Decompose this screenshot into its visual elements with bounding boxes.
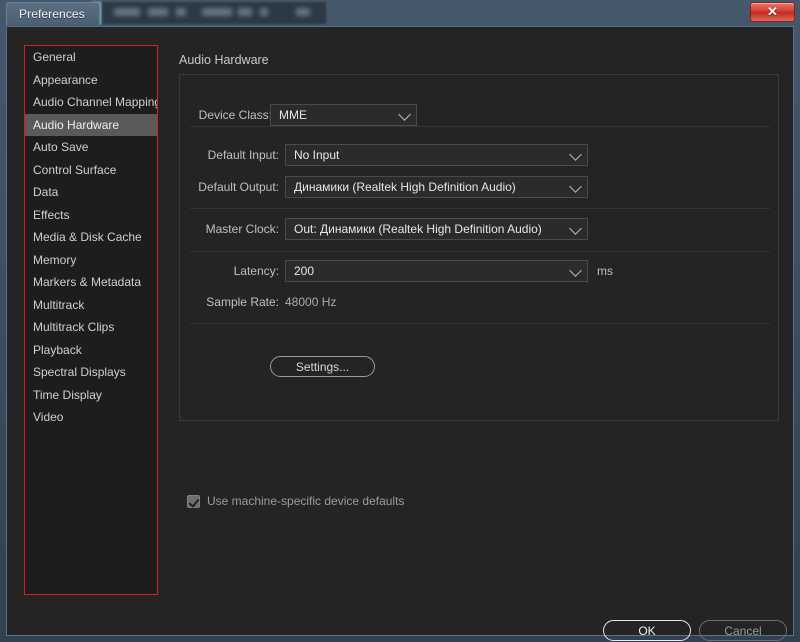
preferences-window: Preferences ✕ General Appearance Audio C…	[0, 0, 800, 642]
divider-4	[190, 323, 770, 324]
default-output-row: Default Output: Динамики (Realtek High D…	[180, 176, 780, 198]
sidebar-item-multitrack-clips[interactable]: Multitrack Clips	[25, 316, 157, 339]
device-class-row: Device Class: MME	[180, 104, 780, 126]
sample-rate-value: 48000 Hz	[285, 295, 337, 309]
latency-value: 200	[294, 264, 315, 278]
device-class-select[interactable]: MME	[270, 104, 417, 126]
device-class-value: MME	[279, 108, 307, 122]
chevron-down-icon	[569, 222, 582, 235]
dialog-body: General Appearance Audio Channel Mapping…	[7, 27, 793, 641]
default-output-select[interactable]: Динамики (Realtek High Definition Audio)	[285, 176, 588, 198]
checkbox-checked-icon[interactable]	[187, 494, 200, 508]
sidebar-item-effects[interactable]: Effects	[25, 204, 157, 227]
latency-label: Latency:	[233, 264, 279, 278]
title-bar: Preferences ✕	[0, 0, 800, 26]
sidebar-item-audio-channel-mapping[interactable]: Audio Channel Mapping	[25, 91, 157, 114]
sidebar-item-time-display[interactable]: Time Display	[25, 384, 157, 407]
settings-button[interactable]: Settings...	[270, 356, 375, 377]
sidebar-item-auto-save[interactable]: Auto Save	[25, 136, 157, 159]
latency-select[interactable]: 200	[285, 260, 588, 282]
sidebar-item-multitrack[interactable]: Multitrack	[25, 294, 157, 317]
title-bar-obscured-tabs	[110, 5, 320, 19]
audio-hardware-panel: Audio Hardware Device Class: MME Default…	[179, 45, 779, 595]
preferences-category-list[interactable]: General Appearance Audio Channel Mapping…	[24, 45, 158, 595]
sidebar-item-markers-metadata[interactable]: Markers & Metadata	[25, 271, 157, 294]
default-output-value: Динамики (Realtek High Definition Audio)	[294, 180, 516, 194]
default-input-row: Default Input: No Input	[180, 144, 780, 166]
sample-rate-label: Sample Rate:	[206, 295, 279, 309]
cancel-button[interactable]: Cancel	[699, 620, 787, 641]
master-clock-row: Master Clock: Out: Динамики (Realtek Hig…	[180, 218, 780, 240]
divider-1	[190, 126, 770, 127]
chevron-down-icon	[569, 180, 582, 193]
latency-unit: ms	[597, 264, 613, 278]
default-input-label: Default Input:	[207, 148, 279, 162]
device-class-label: Device Class:	[198, 108, 272, 122]
use-machine-specific-device-defaults-checkbox[interactable]: Use machine-specific device defaults	[187, 494, 404, 508]
sidebar-item-general[interactable]: General	[25, 46, 157, 69]
default-output-label: Default Output:	[198, 180, 279, 194]
divider-3	[190, 251, 770, 252]
latency-row: Latency: 200 ms	[180, 260, 780, 282]
ok-button[interactable]: OK	[603, 620, 691, 641]
sidebar-item-spectral-displays[interactable]: Spectral Displays	[25, 361, 157, 384]
master-clock-value: Out: Динамики (Realtek High Definition A…	[294, 222, 542, 236]
page-title: Audio Hardware	[179, 53, 269, 67]
sidebar-item-video[interactable]: Video	[25, 406, 157, 429]
use-machine-specific-device-defaults-label: Use machine-specific device defaults	[207, 494, 405, 508]
sidebar-item-control-surface[interactable]: Control Surface	[25, 159, 157, 182]
divider-2	[190, 208, 770, 209]
sample-rate-row: Sample Rate: 48000 Hz	[180, 291, 780, 313]
chevron-down-icon	[569, 148, 582, 161]
window-tab-title[interactable]: Preferences	[6, 2, 100, 25]
sidebar-item-memory[interactable]: Memory	[25, 249, 157, 272]
default-input-select[interactable]: No Input	[285, 144, 588, 166]
master-clock-select[interactable]: Out: Динамики (Realtek High Definition A…	[285, 218, 588, 240]
chevron-down-icon	[398, 108, 411, 121]
sidebar-item-data[interactable]: Data	[25, 181, 157, 204]
sidebar-item-playback[interactable]: Playback	[25, 339, 157, 362]
sidebar-item-appearance[interactable]: Appearance	[25, 69, 157, 92]
default-input-value: No Input	[294, 148, 340, 162]
sidebar-item-media-disk-cache[interactable]: Media & Disk Cache	[25, 226, 157, 249]
master-clock-label: Master Clock:	[205, 222, 279, 236]
chevron-down-icon	[569, 264, 582, 277]
close-icon[interactable]: ✕	[750, 2, 795, 22]
sidebar-item-audio-hardware[interactable]: Audio Hardware	[25, 113, 157, 136]
audio-hardware-groupbox: Device Class: MME Default Input: No Inpu…	[179, 74, 779, 421]
